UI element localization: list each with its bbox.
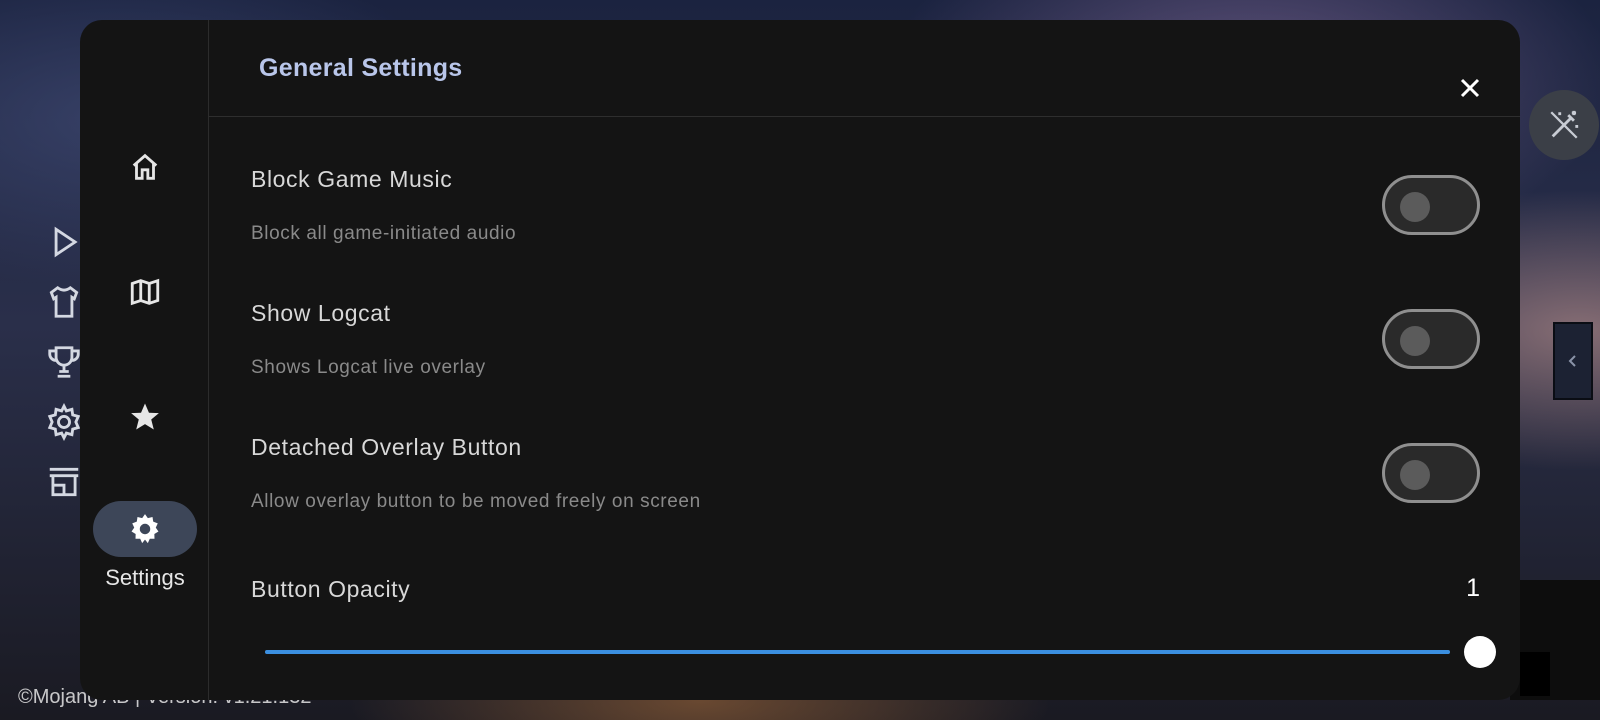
setting-title: Detached Overlay Button xyxy=(251,434,522,460)
nav-item-map[interactable] xyxy=(93,264,197,320)
collapse-panel-button[interactable] xyxy=(1553,322,1593,400)
dialog-header: General Settings xyxy=(209,20,1520,117)
magic-wand-icon xyxy=(1550,110,1579,139)
setting-detached-overlay-button: Detached Overlay Button Allow overlay bu… xyxy=(251,434,1480,513)
settings-gear-icon xyxy=(131,514,159,544)
nav-item-favorites[interactable] xyxy=(93,389,197,445)
map-icon xyxy=(130,278,160,306)
nav-item-home[interactable] xyxy=(93,139,197,195)
opacity-value: 1 xyxy=(1466,574,1480,602)
slider-fill xyxy=(265,650,1450,654)
setting-title: Button Opacity xyxy=(251,576,411,602)
setting-description: Block all game-initiated audio xyxy=(251,223,517,244)
nav-item-settings[interactable]: Settings xyxy=(93,501,197,591)
chevron-left-icon xyxy=(1568,355,1576,367)
background-panel-inner xyxy=(1520,652,1550,696)
setting-title: Block Game Music xyxy=(251,166,453,192)
setting-block-game-music: Block Game Music Block all game-initiate… xyxy=(251,166,1480,245)
star-icon xyxy=(131,403,159,430)
show-logcat-toggle[interactable] xyxy=(1382,309,1480,369)
setting-description: Shows Logcat live overlay xyxy=(251,357,486,378)
slider-track xyxy=(265,650,1450,654)
setting-button-opacity: Button Opacity 1 xyxy=(251,574,1480,603)
magic-wand-button[interactable] xyxy=(1529,90,1599,160)
button-opacity-slider[interactable] xyxy=(265,632,1496,672)
nav-item-settings-label: Settings xyxy=(105,565,185,590)
dialog-title: General Settings xyxy=(259,54,463,82)
detached-overlay-button-toggle[interactable] xyxy=(1382,443,1480,503)
close-button[interactable] xyxy=(1452,70,1488,106)
block-game-music-toggle[interactable] xyxy=(1382,175,1480,235)
slider-thumb[interactable] xyxy=(1464,636,1496,668)
setting-description: Allow overlay button to be moved freely … xyxy=(251,491,701,512)
home-icon xyxy=(132,153,158,180)
settings-dialog: Settings General Settings Block Game Mus… xyxy=(80,20,1520,700)
setting-show-logcat: Show Logcat Shows Logcat live overlay xyxy=(251,300,1480,379)
settings-content: General Settings Block Game Music Block … xyxy=(209,20,1520,700)
close-icon xyxy=(1460,78,1480,98)
setting-title: Show Logcat xyxy=(251,300,391,326)
dialog-nav-rail: Settings xyxy=(80,20,209,700)
